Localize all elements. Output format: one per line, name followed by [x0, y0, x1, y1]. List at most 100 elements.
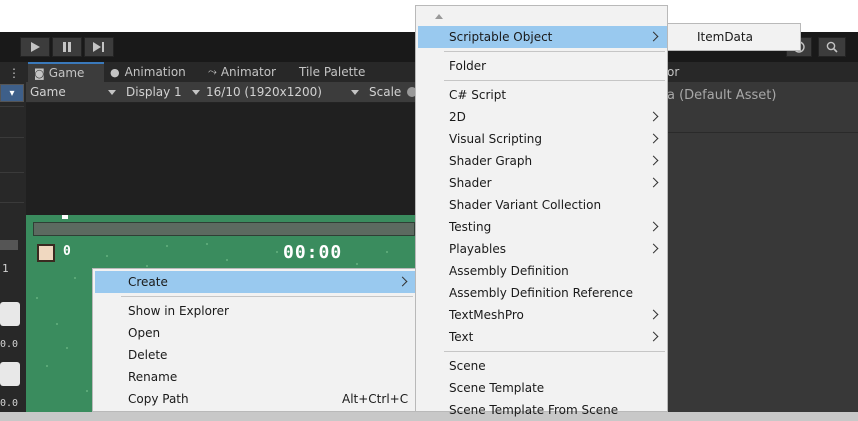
item-slot [0, 362, 20, 386]
context-menu-item-label: Create [128, 275, 168, 289]
animation-icon: ● [110, 65, 120, 79]
chevron-down-icon [351, 90, 359, 95]
search-button[interactable] [818, 37, 846, 57]
item-slot [0, 302, 20, 326]
create-menu-item-2d[interactable]: 2D [418, 106, 667, 128]
tab-game-label: Game [48, 66, 85, 80]
tab-animator[interactable]: ⤳ Animator [208, 62, 276, 82]
context-menu-item-copy-path[interactable]: Copy Path Alt+Ctrl+C [95, 388, 415, 410]
scale-label: Scale [369, 85, 402, 99]
play-button[interactable] [20, 37, 50, 57]
more-menu-icon[interactable]: ⋮ [8, 66, 20, 80]
create-menu-item-c-script[interactable]: C# Script [418, 84, 667, 106]
menu-separator [121, 296, 413, 297]
hierarchy-add-button[interactable]: ▾ [0, 84, 24, 102]
inspector-asset-title: a (Default Asset) [667, 88, 777, 103]
shortcut-label: Alt+Ctrl+C [342, 392, 409, 406]
scroll-up-icon[interactable] [435, 14, 443, 19]
create-menu-item-shader-graph[interactable]: Shader Graph [418, 150, 667, 172]
create-menu-item-label: Text [449, 330, 474, 344]
context-menu-item-open[interactable]: Open [95, 322, 415, 344]
step-button[interactable] [84, 37, 114, 57]
context-menu-item-delete[interactable]: Delete [95, 344, 415, 366]
create-menu-item-label: Scene Template [449, 381, 545, 395]
create-menu-item-testing[interactable]: Testing [418, 216, 667, 238]
menu-separator [444, 351, 665, 352]
play-icon [31, 42, 40, 52]
scriptable-object-submenu: ItemData [667, 23, 801, 51]
create-menu-item-textmeshpro[interactable]: TextMeshPro [418, 304, 667, 326]
create-menu-item-folder[interactable]: Folder [418, 55, 667, 77]
chevron-right-icon [648, 155, 659, 166]
create-menu-item-label: Scene [449, 359, 486, 373]
inspector-tab-bar: or [667, 62, 858, 82]
context-menu-item-label: Rename [128, 370, 178, 384]
tab-game[interactable]: ◙ Game [28, 62, 104, 82]
create-menu-item-playables[interactable]: Playables [418, 238, 667, 260]
create-menu-item-assembly-definition-reference[interactable]: Assembly Definition Reference [418, 282, 667, 304]
game-view-toolbar: Game Display 1 16/10 (1920x1200) Scale [26, 82, 417, 103]
chevron-right-icon [648, 221, 659, 232]
create-menu-item-scene-template-from-scene[interactable]: Scene Template From Scene [418, 399, 667, 421]
player-portrait-icon [37, 244, 55, 262]
search-icon [826, 41, 838, 53]
create-menu-item-visual-scripting[interactable]: Visual Scripting [418, 128, 667, 150]
tab-inspector-partial[interactable]: or [667, 65, 679, 79]
create-menu-item-label: Folder [449, 59, 487, 73]
create-menu-item-label: Scene Template From Scene [449, 403, 619, 417]
create-menu-item-label: Assembly Definition [449, 264, 569, 278]
create-menu-item-shader-variant-collection[interactable]: Shader Variant Collection [418, 194, 667, 216]
create-menu-item-scriptable-object[interactable]: Scriptable Object [418, 26, 667, 48]
create-menu-item-label: TextMeshPro [449, 308, 524, 322]
pause-icon [63, 42, 71, 52]
create-menu-item-scene-template[interactable]: Scene Template [418, 377, 667, 399]
scriptable-menu-item-itemdata[interactable]: ItemData [669, 26, 799, 48]
create-menu-item-text[interactable]: Text [418, 326, 667, 348]
left-number-1: 1 [2, 262, 9, 275]
context-menu-item-label: Copy Path [128, 392, 189, 406]
context-menu-item-rename[interactable]: Rename [95, 366, 415, 388]
tab-animation[interactable]: ● Animation [110, 62, 186, 82]
tab-animator-label: Animator [220, 65, 276, 79]
context-menu-item-label: Open [128, 326, 161, 340]
timer-display: 00:00 [283, 242, 343, 263]
inspector-panel: a (Default Asset) [667, 82, 858, 412]
chevron-right-icon [648, 177, 659, 188]
create-menu-item-shader[interactable]: Shader [418, 172, 667, 194]
create-menu-item-label: Testing [449, 220, 492, 234]
display-value: Display 1 [126, 85, 182, 99]
context-menu-item-show-in-explorer[interactable]: Show in Explorer [95, 300, 415, 322]
resolution-value: 16/10 (1920x1200) [206, 85, 322, 99]
hud-progress-bar [33, 222, 415, 236]
menu-separator [444, 80, 665, 81]
create-menu-item-scene[interactable]: Scene [418, 355, 667, 377]
display-dropdown[interactable]: Display 1 [126, 82, 200, 102]
resolution-dropdown[interactable]: 16/10 (1920x1200) [206, 82, 360, 102]
create-menu-item-assembly-definition[interactable]: Assembly Definition [418, 260, 667, 282]
game-mode-dropdown[interactable]: Game [30, 82, 116, 102]
pause-button[interactable] [52, 37, 82, 57]
context-menu-item-create[interactable]: Create [95, 271, 415, 293]
chevron-right-icon [648, 331, 659, 342]
game-view-background [26, 103, 415, 215]
chevron-right-icon [648, 31, 659, 42]
create-menu-item-label: 2D [449, 110, 466, 124]
animator-icon: ⤳ [208, 65, 217, 78]
tab-animation-label: Animation [124, 65, 186, 79]
create-submenu: Scriptable Object Folder C# Script 2D Visual… [415, 5, 668, 417]
chevron-right-icon [648, 111, 659, 122]
scale-slider[interactable]: Scale [369, 82, 417, 102]
context-menu-item-label: Delete [128, 348, 168, 362]
create-menu-item-label: Playables [449, 242, 506, 256]
left-number-3: 0.0 [0, 398, 19, 409]
create-menu-item-label: Shader Graph [449, 154, 533, 168]
chevron-right-icon [648, 133, 659, 144]
create-menu-item-label: Shader Variant Collection [449, 198, 602, 212]
chevron-right-icon [648, 243, 659, 254]
chevron-right-icon [397, 276, 408, 287]
scriptable-menu-item-label: ItemData [697, 30, 753, 44]
context-menu-item-label: Show in Explorer [128, 304, 229, 318]
tab-tile-palette[interactable]: Tile Palette [299, 62, 365, 82]
tab-tile-palette-label: Tile Palette [299, 65, 366, 79]
menu-separator [444, 51, 665, 52]
